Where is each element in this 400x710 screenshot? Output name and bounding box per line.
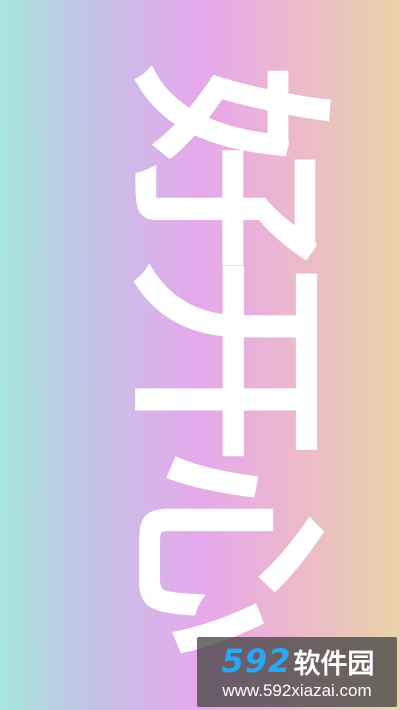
watermark-url: www.592xiazai.com — [222, 681, 372, 700]
watermark-logo: 592 软件园 — [205, 642, 391, 680]
wallpaper-text: 好开心 — [106, 65, 345, 645]
watermark-brand-number: 592 — [221, 642, 292, 680]
site-watermark: 592 软件园 www.592xiazai.com — [197, 637, 397, 707]
watermark-brand-text: 软件园 — [293, 648, 375, 680]
